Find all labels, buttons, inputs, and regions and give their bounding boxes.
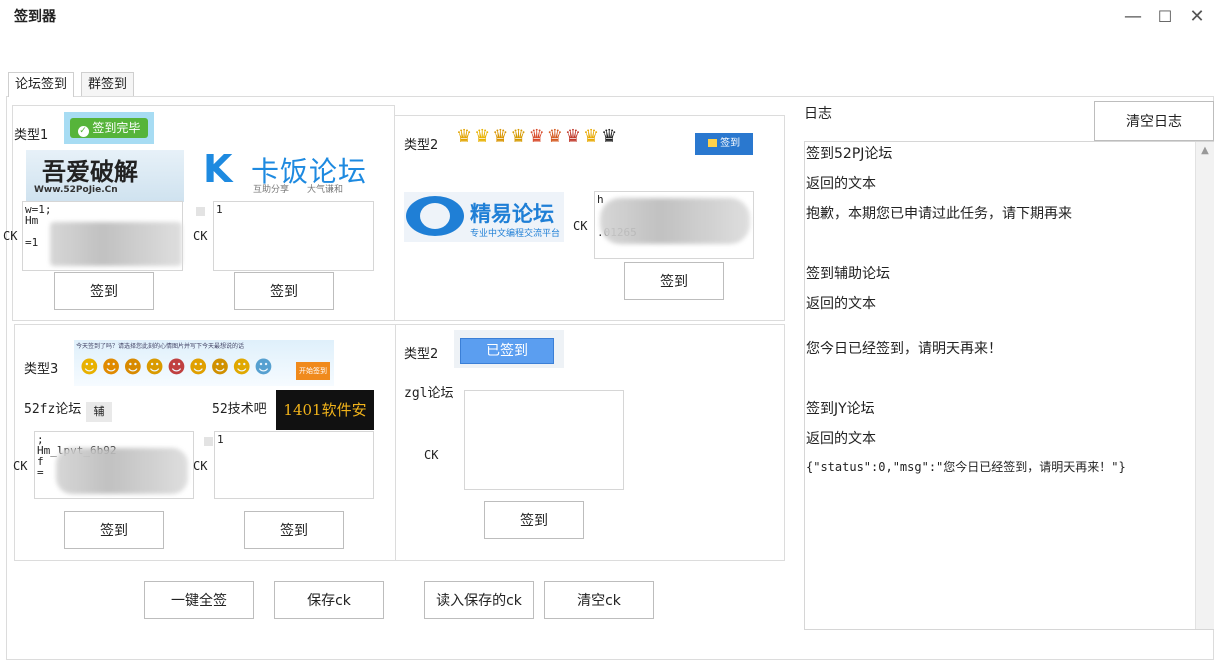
log-line: 返回的文本 <box>806 431 876 447</box>
sign-complete-badge: ✓ 签到完毕 <box>70 118 148 138</box>
checkbox[interactable] <box>204 437 213 446</box>
calendar-icon <box>707 139 717 147</box>
scroll-up-icon[interactable]: ▲ <box>1196 145 1214 156</box>
mood-icon[interactable]: ☻ <box>124 357 146 378</box>
log-title: 日志 <box>804 106 832 122</box>
log-line: {"status":0,"msg":"您今日已经签到，请明天再来！"} <box>806 460 1126 474</box>
maximize-icon[interactable]: ☐ <box>1154 7 1176 26</box>
tab-group-sign[interactable]: 群签到 <box>81 72 135 97</box>
log-line: 返回的文本 <box>806 176 876 192</box>
type1-label: 类型1 <box>14 128 49 143</box>
logo-kafan: K 卡饭论坛 互助分享 大气谦和 <box>203 147 368 195</box>
type2b-sign-button[interactable]: 签到 <box>484 501 584 539</box>
forum-52jsb-label: 52技术吧 <box>212 402 267 417</box>
type3-ck2-label: CK <box>193 459 208 473</box>
tab-forum-sign[interactable]: 论坛签到 <box>8 72 75 97</box>
log-line: 您今日已经签到，请明天再来！ <box>806 341 1002 357</box>
mood-icon[interactable]: ♛ <box>547 126 565 147</box>
mood-icon[interactable]: ♛ <box>583 126 601 147</box>
mood-icons-row: ♛♛♛♛♛♛♛♛♛ <box>456 126 686 154</box>
type2b-ck-label: CK <box>424 448 439 462</box>
mood-icon[interactable]: ☻ <box>145 357 167 378</box>
kafan-k-icon: K <box>203 147 233 191</box>
log-line: 签到52PJ论坛 <box>806 146 893 162</box>
mood-icon[interactable]: ♛ <box>529 126 547 147</box>
forum-52fz-label: 52fz论坛 <box>24 402 82 417</box>
mood-icon[interactable]: ☻ <box>189 357 211 378</box>
mood-icon[interactable]: ♛ <box>601 126 619 147</box>
redacted-blur <box>56 448 188 494</box>
save-ck-button[interactable]: 保存ck <box>274 581 384 619</box>
mini-sign-button[interactable]: 签到 <box>695 133 753 155</box>
logo-jingyi: 精易论坛 专业中文编程交流平台 <box>404 192 564 242</box>
mood-icon[interactable]: ♛ <box>456 126 474 147</box>
mood-icon[interactable]: ♛ <box>565 126 583 147</box>
log-line: 返回的文本 <box>806 296 876 312</box>
fu-tag: 辅 <box>86 402 112 422</box>
mood-icon[interactable]: ♛ <box>510 126 528 147</box>
checkbox[interactable] <box>196 207 205 216</box>
type2b-ck-textarea[interactable] <box>464 390 624 490</box>
type1-ck1-label: CK <box>3 229 18 243</box>
redacted-blur <box>600 198 750 244</box>
banner-start-sign-button[interactable]: 开始签到 <box>296 362 330 380</box>
logo-1401: 1401软件安全 <box>276 390 374 459</box>
mood-icon[interactable]: ☻ <box>80 357 102 378</box>
clear-log-button[interactable]: 清空日志 <box>1094 101 1214 141</box>
mood-icon[interactable]: ☻ <box>232 357 254 378</box>
sign-all-button[interactable]: 一键全签 <box>144 581 254 619</box>
window-title: 签到器 <box>14 9 56 25</box>
close-icon[interactable]: ✕ <box>1186 6 1208 27</box>
type2b-label: 类型2 <box>404 347 439 362</box>
type3-ck1-label: CK <box>13 459 28 473</box>
type3-sign-button-2[interactable]: 签到 <box>244 511 344 549</box>
clear-ck-button[interactable]: 清空ck <box>544 581 654 619</box>
type1-sign-button-1[interactable]: 签到 <box>54 272 154 310</box>
type3-sign-button-1[interactable]: 签到 <box>64 511 164 549</box>
jingyi-e-icon <box>406 196 464 236</box>
type3-label: 类型3 <box>24 362 59 377</box>
log-scrollbar[interactable]: ▲ <box>1195 142 1214 629</box>
mood-icon[interactable]: ☻ <box>102 357 124 378</box>
load-saved-ck-button[interactable]: 读入保存的ck <box>424 581 534 619</box>
type1-ck2-textarea[interactable]: 1 <box>213 201 374 271</box>
logo-52pojie: 吾爱破解 Www.52PoJie.Cn <box>26 150 184 202</box>
type1-sign-button-2[interactable]: 签到 <box>234 272 334 310</box>
type2a-ck-label: CK <box>573 219 588 233</box>
check-icon: ✓ <box>77 126 89 137</box>
already-signed-button[interactable]: 已签到 <box>460 338 554 364</box>
log-line: 签到JY论坛 <box>806 401 875 417</box>
log-line: 签到辅助论坛 <box>806 266 890 282</box>
log-line: 抱歉，本期您已申请过此任务，请下期再来 <box>806 206 1072 222</box>
type2a-label: 类型2 <box>404 138 439 153</box>
mood-icon[interactable]: ☻ <box>211 357 233 378</box>
mood-icon[interactable]: ☻ <box>167 357 189 378</box>
type3-mood-banner: 今天签到了吗？请选择您此刻的心情图片并写下今天最想说的话 ☻☻☻☻☻☻☻☻☻ 开… <box>74 340 334 386</box>
mood-icon[interactable]: ☻ <box>254 357 276 378</box>
mood-icon[interactable]: ♛ <box>492 126 510 147</box>
forum-zgl-label: zgl论坛 <box>404 386 454 401</box>
type2a-sign-button[interactable]: 签到 <box>624 262 724 300</box>
minimize-icon[interactable]: — <box>1122 6 1144 27</box>
redacted-blur <box>50 222 182 266</box>
type1-ck2-label: CK <box>193 229 208 243</box>
mood-icons-row: ☻☻☻☻☻☻☻☻☻ <box>80 357 276 378</box>
mood-icon[interactable]: ♛ <box>474 126 492 147</box>
type3-ck2-textarea[interactable]: 1 <box>214 431 374 499</box>
